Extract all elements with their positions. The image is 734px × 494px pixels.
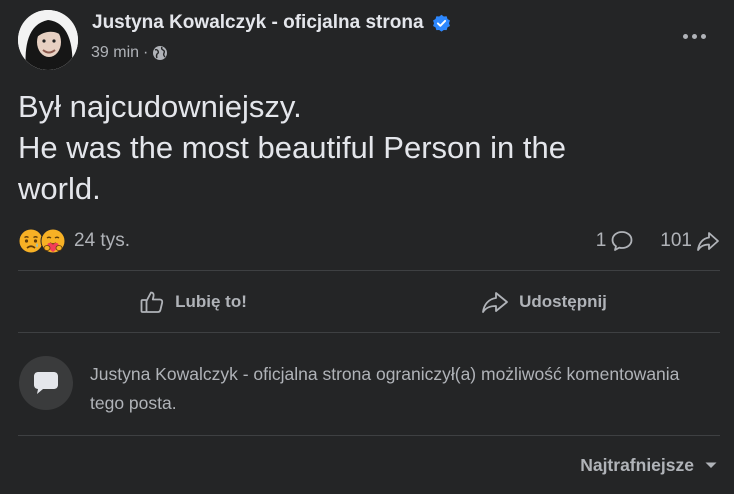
thumbs-up-icon <box>140 291 164 313</box>
post-line: He was the most beautiful Person in the <box>18 130 566 165</box>
speech-bubble-icon <box>34 372 58 394</box>
like-button-label: Lubię to! <box>175 292 247 311</box>
page-name-text[interactable]: Justyna Kowalczyk - oficjalna strona <box>92 12 424 34</box>
comment-restricted-notice: Justyna Kowalczyk - oficjalna strona ogr… <box>90 364 680 413</box>
meta-separator: · <box>143 44 149 61</box>
comments-count-value: 1 <box>595 230 607 251</box>
shares-count-value: 101 <box>660 230 692 251</box>
reaction-icons <box>18 228 66 254</box>
shares-count[interactable]: 101 <box>660 230 720 252</box>
divider <box>18 435 720 436</box>
share-icon <box>482 292 508 313</box>
comments-count[interactable]: 1 <box>596 230 635 252</box>
post-time[interactable]: 39 min <box>91 44 139 62</box>
more-dot-icon <box>682 33 688 39</box>
more-options-button[interactable] <box>672 18 716 54</box>
avatar-photo <box>18 10 78 70</box>
reaction-count[interactable]: 24 tys. <box>74 230 130 252</box>
globe-icon[interactable] <box>152 45 168 61</box>
comment-sort-dropdown[interactable]: Najtrafniejsze <box>580 450 718 480</box>
care-hug-icon <box>40 228 66 254</box>
post-text: Był najcudowniejszy. He was the most bea… <box>18 86 718 209</box>
divider <box>18 332 720 333</box>
share-button[interactable]: Udostępnij <box>368 280 720 324</box>
comment-restricted-icon <box>19 356 73 410</box>
avatar[interactable] <box>18 10 78 70</box>
like-button[interactable]: Lubię to! <box>18 280 368 324</box>
page-name[interactable]: Justyna Kowalczyk - oficjalna strona <box>92 12 451 34</box>
divider <box>18 270 720 271</box>
share-button-label: Udostępnij <box>519 292 607 311</box>
post-line: Był najcudowniejszy. <box>18 89 302 124</box>
chevron-down-icon <box>705 462 717 468</box>
reactions-summary[interactable]: 24 tys. <box>18 225 130 257</box>
sort-label: Najtrafniejsze <box>580 454 694 475</box>
post-meta: 39 min · <box>91 44 168 62</box>
more-dot-icon <box>700 33 706 39</box>
post-line: world. <box>18 171 101 206</box>
comment-icon <box>611 231 633 251</box>
more-dot-icon <box>691 33 697 39</box>
share-arrow-icon <box>697 232 719 251</box>
verified-badge-icon <box>432 14 450 32</box>
post-stats: 1 101 <box>596 226 720 256</box>
